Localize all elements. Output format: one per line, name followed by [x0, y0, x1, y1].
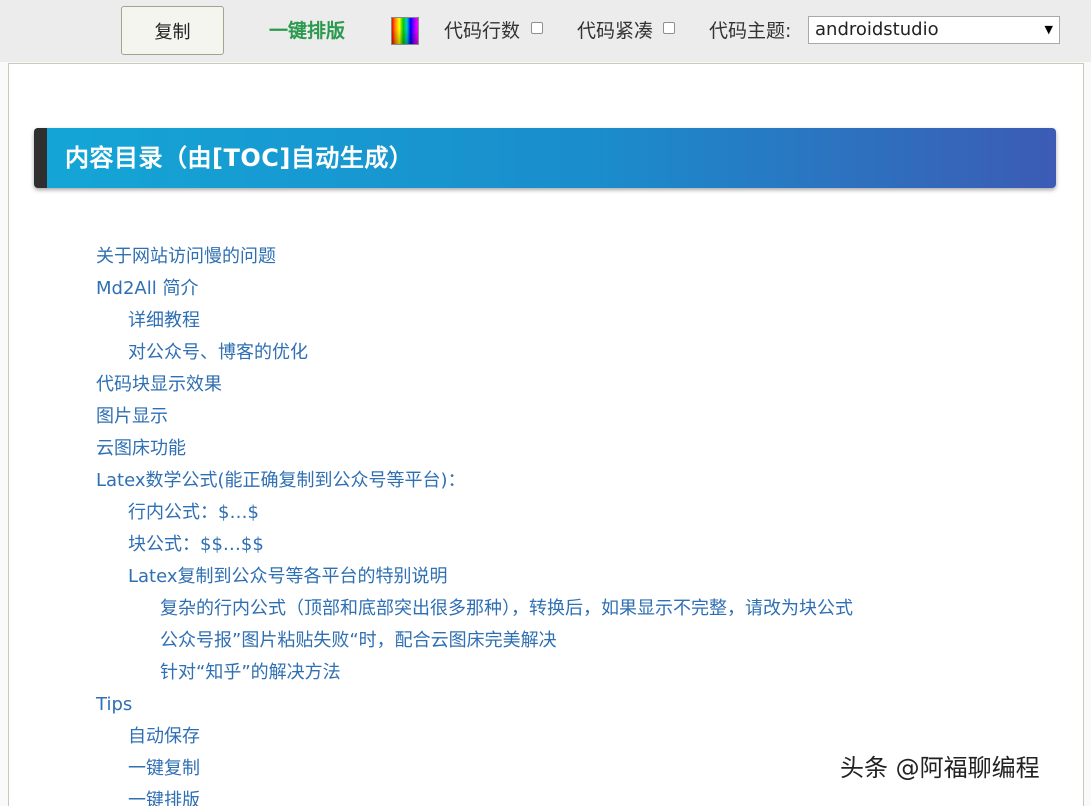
code-theme-select[interactable]: androidstudio ▼ — [808, 16, 1060, 44]
chevron-down-icon: ▼ — [1044, 23, 1053, 36]
toc-link[interactable]: Tips — [9, 689, 1083, 721]
toc-link[interactable]: 对公众号、博客的优化 — [9, 337, 1083, 369]
toc-link[interactable]: 一键排版 — [9, 785, 1083, 806]
toc-link[interactable]: 代码块显示效果 — [9, 369, 1083, 401]
watermark: 头条 @阿福聊编程 — [840, 754, 1040, 782]
compact-code-checkbox[interactable] — [663, 22, 675, 34]
toc-link[interactable]: Latex复制到公众号等各平台的特别说明 — [9, 561, 1083, 593]
line-numbers-checkbox[interactable] — [531, 22, 543, 34]
rainbow-color-swatch-icon[interactable] — [391, 17, 419, 45]
copy-button[interactable]: 复制 — [121, 6, 224, 55]
compact-code-label: 代码紧凑 — [577, 20, 654, 42]
toc-link[interactable]: 自动保存 — [9, 721, 1083, 753]
toc-heading-banner: 内容目录（由[TOC]自动生成） — [34, 128, 1056, 188]
preview-pane: 内容目录（由[TOC]自动生成） 关于网站访问慢的问题 Md2All 简介 详细教程… — [8, 63, 1084, 806]
toc-link[interactable]: 复杂的行内公式（顶部和底部突出很多那种），转换后，如果显示不完整，请改为块公式 — [9, 593, 1083, 625]
toc-link[interactable]: 针对“知乎”的解决方法 — [9, 657, 1083, 689]
toc-link[interactable]: 块公式：$$…$$ — [9, 529, 1083, 561]
toc-link[interactable]: 云图床功能 — [9, 433, 1083, 465]
code-theme-value: androidstudio — [815, 19, 939, 40]
line-numbers-label: 代码行数 — [444, 20, 521, 42]
toc-list: 关于网站访问慢的问题 Md2All 简介 详细教程 对公众号、博客的优化 代码块显示效果… — [9, 241, 1083, 806]
toc-link[interactable]: 行内公式：$…$ — [9, 497, 1083, 529]
code-theme-label: 代码主题: — [709, 20, 792, 42]
toc-link[interactable]: 关于网站访问慢的问题 — [9, 241, 1083, 273]
toc-link[interactable]: Latex数学公式(能正确复制到公众号等平台)： — [9, 465, 1083, 497]
toc-link[interactable]: 图片显示 — [9, 401, 1083, 433]
toolbar: 复制 一键排版 代码行数 代码紧凑 代码主题: androidstudio ▼ — [0, 0, 1091, 62]
toc-link[interactable]: Md2All 简介 — [9, 273, 1083, 305]
toc-heading-accent-bar — [34, 128, 47, 188]
toc-link[interactable]: 公众号报”图片粘贴失败“时，配合云图床完美解决 — [9, 625, 1083, 657]
toc-heading-title: 内容目录（由[TOC]自动生成） — [65, 144, 414, 172]
toc-link[interactable]: 详细教程 — [9, 305, 1083, 337]
one-click-format-button[interactable]: 一键排版 — [269, 19, 345, 43]
